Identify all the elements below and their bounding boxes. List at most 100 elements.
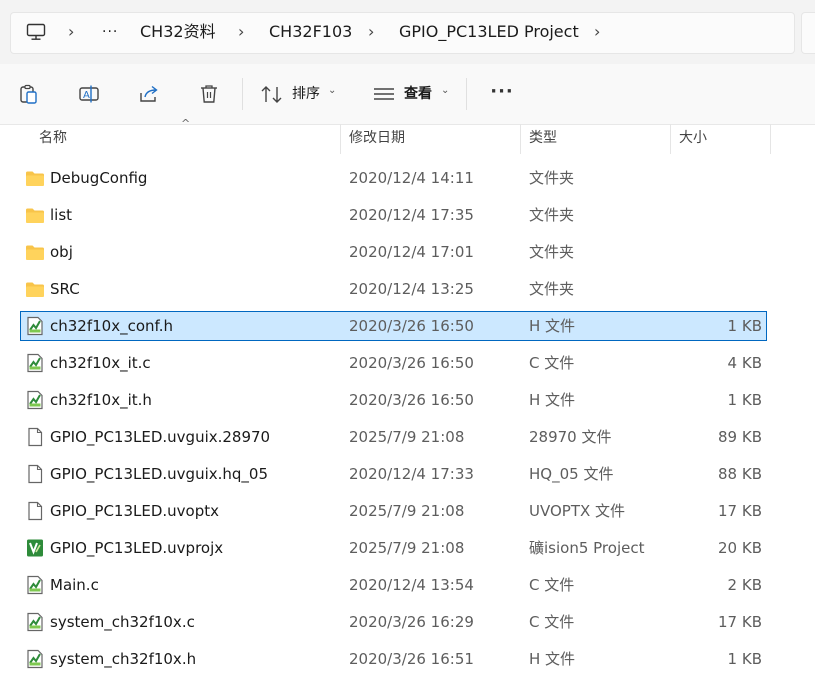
source-file-icon <box>25 311 47 341</box>
view-button[interactable]: 查看 ⌄ <box>370 76 456 112</box>
file-date: 2020/3/26 16:50 <box>349 354 474 372</box>
file-size: 1 KB <box>727 317 762 335</box>
file-date: 2020/12/4 17:33 <box>349 465 474 483</box>
file-type: H 文件 <box>529 317 576 335</box>
file-type: 文件夹 <box>529 169 575 187</box>
file-icon <box>25 496 47 526</box>
file-name: GPIO_PC13LED.uvoptx <box>50 502 219 520</box>
column-header-date[interactable]: 修改日期 <box>349 124 405 156</box>
file-type: 文件夹 <box>529 206 575 224</box>
file-size: 17 KB <box>718 502 762 520</box>
file-size: 2 KB <box>727 576 762 594</box>
column-divider[interactable] <box>520 124 521 154</box>
file-type: 礦ision5 Project <box>529 539 645 557</box>
file-size: 1 KB <box>727 650 762 668</box>
file-row[interactable]: system_ch32f10x.c 2020/3/26 16:29 C 文件 17 K… <box>20 607 766 637</box>
file-type: 文件夹 <box>529 243 575 261</box>
breadcrumb-item-current[interactable]: GPIO_PC13LED Project <box>399 12 579 52</box>
command-bar: A 排序 ⌄ 查看 ⌄ ··· <box>0 64 815 125</box>
file-date: 2020/3/26 16:50 <box>349 317 474 335</box>
file-name: Main.c <box>50 576 99 594</box>
rename-button[interactable]: A <box>71 76 107 112</box>
file-row[interactable]: GPIO_PC13LED.uvoptx 2025/7/9 21:08 UVOPTX … <box>20 496 766 526</box>
file-type: 28970 文件 <box>529 428 612 446</box>
file-type: H 文件 <box>529 650 576 668</box>
file-size <box>642 163 762 193</box>
file-date: 2020/12/4 14:11 <box>349 169 474 187</box>
breadcrumb-ellipsis[interactable]: ··· <box>102 12 118 52</box>
file-icon <box>25 459 47 489</box>
computer-icon[interactable] <box>26 12 46 52</box>
file-name: system_ch32f10x.h <box>50 650 197 668</box>
file-type: 文件夹 <box>529 280 575 298</box>
file-row[interactable]: GPIO_PC13LED.uvguix.28970 2025/7/9 21:08 2… <box>20 422 766 452</box>
search-box-edge[interactable] <box>801 12 815 54</box>
file-size: 4 KB <box>727 354 762 372</box>
chevron-right-icon[interactable]: › <box>68 12 74 52</box>
file-date: 2020/12/4 17:01 <box>349 243 474 261</box>
file-date: 2025/7/9 21:08 <box>349 428 465 446</box>
file-date: 2025/7/9 21:08 <box>349 502 465 520</box>
sort-button[interactable]: 排序 ⌄ <box>258 76 342 112</box>
share-button[interactable] <box>131 76 167 112</box>
view-label: 查看 <box>404 86 432 102</box>
chevron-right-icon[interactable]: › <box>594 12 600 52</box>
chevron-right-icon[interactable]: › <box>368 12 374 52</box>
toolbar-divider <box>466 78 467 110</box>
paste-button[interactable] <box>11 76 47 112</box>
file-size <box>642 274 762 304</box>
column-header-name[interactable]: 名称 <box>39 124 67 156</box>
trash-icon <box>201 85 217 103</box>
file-row[interactable]: DebugConfig 2020/12/4 14:11 文件夹 <box>20 163 766 193</box>
file-date: 2020/3/26 16:50 <box>349 391 474 409</box>
file-date: 2020/3/26 16:51 <box>349 650 474 668</box>
file-type: H 文件 <box>529 391 576 409</box>
file-row[interactable]: GPIO_PC13LED.uvprojx 2025/7/9 21:08 礦ision… <box>20 533 766 563</box>
file-type: HQ_05 文件 <box>529 465 614 483</box>
source-file-icon <box>25 570 47 600</box>
chevron-down-icon: ⌄ <box>328 85 337 96</box>
file-icon <box>25 422 47 452</box>
file-type: UVOPTX 文件 <box>529 502 626 520</box>
file-row[interactable]: list 2020/12/4 17:35 文件夹 <box>20 200 766 230</box>
source-file-icon <box>25 607 47 637</box>
breadcrumb-item[interactable]: CH32资料 <box>140 12 216 52</box>
column-header-type[interactable]: 类型 <box>529 124 557 156</box>
file-type: C 文件 <box>529 354 575 372</box>
file-row[interactable]: ch32f10x_it.h 2020/3/26 16:50 H 文件 1 KB <box>20 385 766 415</box>
file-row[interactable]: ch32f10x_conf.h 2020/3/26 16:50 H 文件 1 KB <box>20 311 767 341</box>
file-row[interactable]: ch32f10x_it.c 2020/3/26 16:50 C 文件 4 KB <box>20 348 766 378</box>
delete-button[interactable] <box>191 76 227 112</box>
file-date: 2020/12/4 13:54 <box>349 576 474 594</box>
folder-icon <box>25 163 47 193</box>
file-size <box>642 237 762 267</box>
column-divider[interactable] <box>770 124 771 154</box>
breadcrumb-item[interactable]: CH32F103 <box>269 12 352 52</box>
file-name: GPIO_PC13LED.uvguix.hq_05 <box>50 465 268 483</box>
file-size: 17 KB <box>718 613 762 631</box>
file-row[interactable]: Main.c 2020/12/4 13:54 C 文件 2 KB <box>20 570 766 600</box>
view-list-icon <box>374 88 394 100</box>
chevron-down-icon: ⌄ <box>441 85 450 96</box>
column-divider[interactable] <box>340 124 341 154</box>
file-name: ch32f10x_it.c <box>50 354 151 372</box>
file-type: C 文件 <box>529 613 575 631</box>
file-row[interactable]: SRC 2020/12/4 13:25 文件夹 <box>20 274 766 304</box>
file-name: obj <box>50 243 73 261</box>
chevron-right-icon[interactable]: › <box>238 12 244 52</box>
address-bar: › ··· CH32资料 › CH32F103 › GPIO_PC13LED P… <box>0 0 815 64</box>
more-options-button[interactable]: ··· <box>484 78 520 110</box>
column-header-size[interactable]: 大小 <box>679 124 707 156</box>
sort-icon <box>261 86 282 103</box>
column-divider[interactable] <box>670 124 671 154</box>
file-row[interactable]: GPIO_PC13LED.uvguix.hq_05 2020/12/4 17:33… <box>20 459 766 489</box>
file-name: SRC <box>50 280 80 298</box>
file-size <box>642 200 762 230</box>
file-date: 2025/7/9 21:08 <box>349 539 465 557</box>
file-row[interactable]: system_ch32f10x.h 2020/3/26 16:51 H 文件 1 KB <box>20 644 766 674</box>
file-row[interactable]: obj 2020/12/4 17:01 文件夹 <box>20 237 766 267</box>
folder-icon <box>25 200 47 230</box>
source-file-icon <box>25 644 47 674</box>
sort-ascending-icon: ^ <box>181 117 191 130</box>
rename-icon: A <box>79 85 99 103</box>
